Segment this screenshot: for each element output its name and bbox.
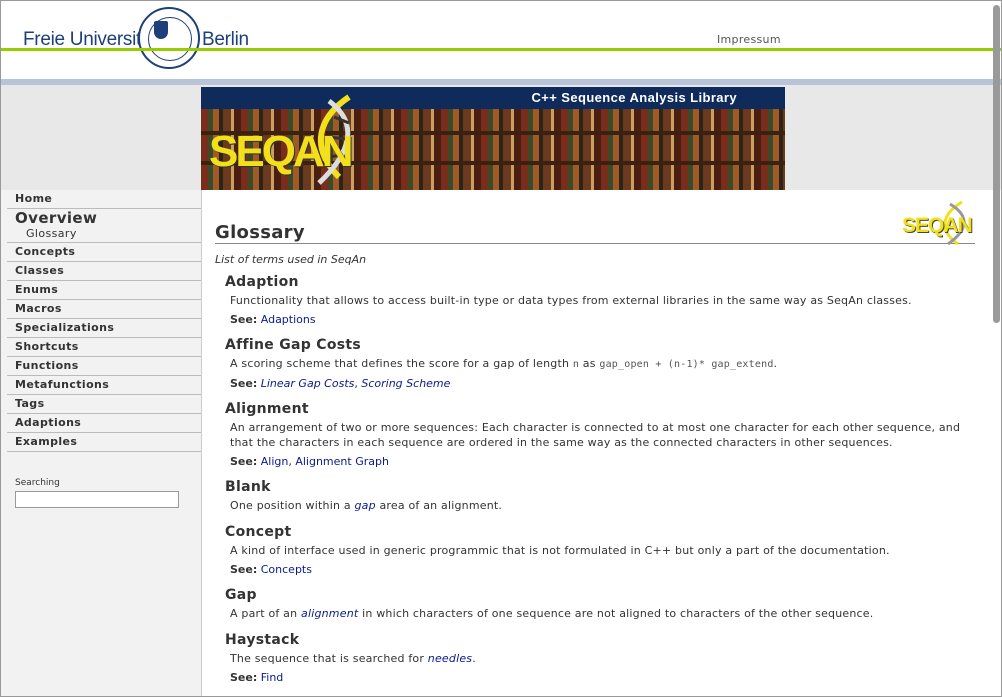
glossary-entry: Alignment An arrangement of two or more … xyxy=(225,401,977,468)
definition-text: A scoring scheme that defines the score … xyxy=(230,357,573,370)
sidebar-item-macros[interactable]: Macros xyxy=(7,300,201,319)
intro-text: List of terms used in SeqAn xyxy=(215,253,367,266)
banner-title: C++ Sequence Analysis Library xyxy=(531,90,737,105)
glossary-term: Gap xyxy=(225,587,257,603)
sidebar-item-overview[interactable]: Overview xyxy=(7,209,201,227)
sidebar-item-metafunctions[interactable]: Metafunctions xyxy=(7,376,201,395)
glossary-list: Adaption Functionality that allows to ac… xyxy=(225,274,977,695)
glossary-definition: Functionality that allows to access buil… xyxy=(230,294,912,307)
sidebar-item-home[interactable]: Home xyxy=(7,190,201,209)
see-also: See: Adaptions xyxy=(230,313,977,326)
see-label: See: xyxy=(230,313,258,326)
seal-shield-icon xyxy=(154,21,168,39)
definition-text: area of an alignment. xyxy=(375,499,503,512)
definition-text: . xyxy=(472,652,476,665)
definition-link[interactable]: gap xyxy=(354,499,375,512)
sidebar-item-glossary[interactable]: Glossary xyxy=(7,227,201,243)
main-content: Glossary SEQAN List of terms used in Seq… xyxy=(202,190,1001,696)
glossary-entry: Concept A kind of interface used in gene… xyxy=(225,524,977,576)
glossary-entry: Adaption Functionality that allows to ac… xyxy=(225,274,977,326)
see-link[interactable]: Scoring Scheme xyxy=(361,377,450,390)
definition-text: A part of an xyxy=(230,607,301,620)
glossary-entry: Gap A part of an alignment in which char… xyxy=(225,587,977,621)
sidebar-item-classes[interactable]: Classes xyxy=(7,262,201,281)
seqan-small-logo[interactable]: SEQAN xyxy=(902,200,976,246)
glossary-definition: An arrangement of two or more sequences:… xyxy=(230,421,961,449)
seqan-banner: C++ Sequence Analysis Library SEQAN xyxy=(201,87,785,190)
see-link[interactable]: Align xyxy=(261,455,289,468)
seqan-small-logo-text: SEQAN xyxy=(902,214,973,237)
code-snippet: gap_open + (n-1)* gap_extend xyxy=(599,359,774,370)
see-link[interactable]: Concepts xyxy=(261,563,312,576)
vertical-scrollbar[interactable] xyxy=(993,5,1000,323)
sidebar-item-specializations[interactable]: Specializations xyxy=(7,319,201,338)
sidebar-item-adaptions[interactable]: Adaptions xyxy=(7,414,201,433)
see-link[interactable]: Adaptions xyxy=(261,313,316,326)
see-label: See: xyxy=(230,455,258,468)
university-seal-logo[interactable] xyxy=(138,7,200,69)
glossary-definition: A part of an alignment in which characte… xyxy=(230,606,977,621)
search-label: Searching xyxy=(15,478,60,488)
glossary-term: Affine Gap Costs xyxy=(225,337,362,353)
sidebar-item-examples[interactable]: Examples xyxy=(7,433,201,452)
glossary-definition: A scoring scheme that defines the score … xyxy=(230,356,977,372)
definition-text: The sequence that is searched for xyxy=(230,652,428,665)
glossary-term: Haystack xyxy=(225,632,300,648)
sidebar-item-enums[interactable]: Enums xyxy=(7,281,201,300)
glossary-definition: A kind of interface used in generic prog… xyxy=(230,544,890,557)
title-divider xyxy=(215,243,975,244)
sidebar-item-functions[interactable]: Functions xyxy=(7,357,201,376)
see-label: See: xyxy=(230,377,258,390)
see-link[interactable]: Alignment Graph xyxy=(295,455,389,468)
see-link[interactable]: Linear Gap Costs xyxy=(261,377,355,390)
page-title: Glossary xyxy=(215,222,305,243)
glossary-definition: The sequence that is searched for needle… xyxy=(230,651,977,666)
sidebar-item-concepts[interactable]: Concepts xyxy=(7,243,201,262)
glossary-term: Alignment xyxy=(225,401,309,417)
glossary-term: Blank xyxy=(225,479,271,495)
definition-text: as xyxy=(579,357,600,370)
browser-viewport: Freie Universität Berlin Impressum C++ S… xyxy=(0,0,1002,697)
header-green-rule xyxy=(1,48,1001,51)
definition-link[interactable]: needles xyxy=(428,652,472,665)
see-also: See: Find xyxy=(230,671,977,684)
see-link[interactable]: Find xyxy=(261,671,284,684)
glossary-entry: Haystack The sequence that is searched f… xyxy=(225,632,977,684)
seqan-logo[interactable]: SEQAN xyxy=(209,127,353,177)
sidebar-nav: Home Overview Glossary Concepts Classes … xyxy=(1,190,202,696)
glossary-entry: Affine Gap Costs A scoring scheme that d… xyxy=(225,337,977,390)
glossary-definition: One position within a gap area of an ali… xyxy=(230,498,977,513)
glossary-term: Concept xyxy=(225,524,292,540)
see-label: See: xyxy=(230,671,258,684)
definition-text: One position within a xyxy=(230,499,355,512)
search-input[interactable] xyxy=(15,491,179,508)
definition-link[interactable]: alignment xyxy=(301,607,358,620)
sidebar-item-tags[interactable]: Tags xyxy=(7,395,201,414)
university-header: Freie Universität Berlin Impressum xyxy=(1,1,1001,79)
see-label: See: xyxy=(230,563,258,576)
see-also: See: Linear Gap Costs, Scoring Scheme xyxy=(230,377,451,390)
sidebar-item-shortcuts[interactable]: Shortcuts xyxy=(7,338,201,357)
see-also: See: Concepts xyxy=(230,563,977,576)
definition-text: . xyxy=(773,357,778,370)
glossary-term: Adaption xyxy=(225,274,299,290)
see-also: See: Align, Alignment Graph xyxy=(230,455,389,468)
impressum-link[interactable]: Impressum xyxy=(717,33,781,46)
glossary-entry: Blank One position within a gap area of … xyxy=(225,479,977,513)
definition-text: in which characters of one sequence are … xyxy=(358,607,874,620)
